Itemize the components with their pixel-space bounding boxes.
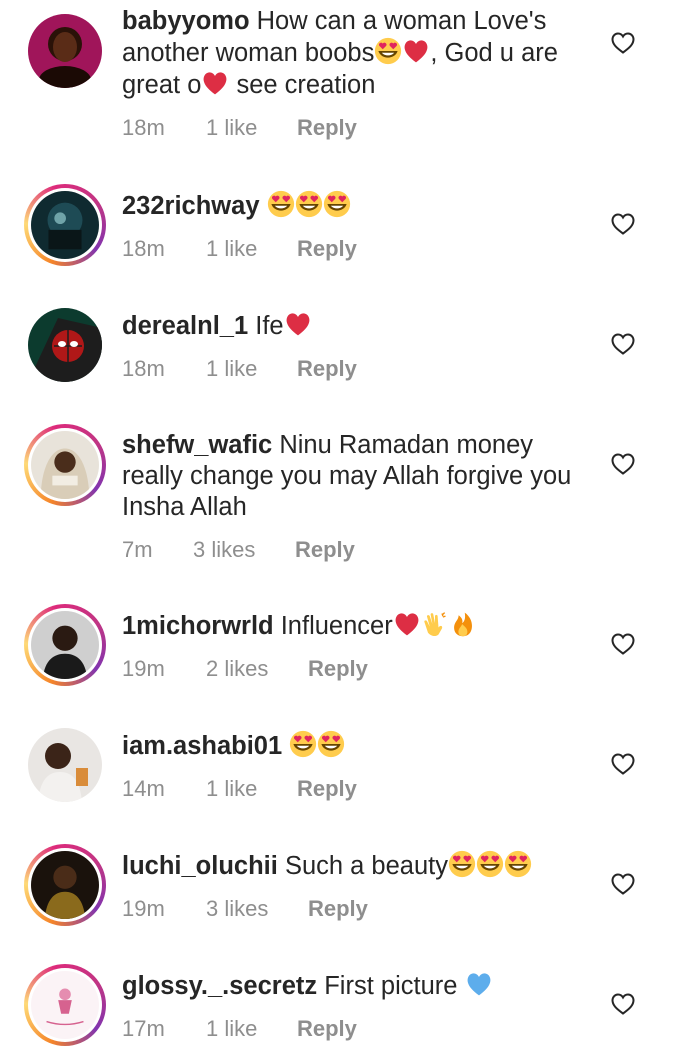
fire-emoji-icon: [449, 610, 477, 638]
avatar[interactable]: [24, 10, 106, 92]
comment-time: 7m: [122, 537, 153, 562]
comment-meta: 18m 1 like Reply: [122, 234, 592, 264]
likes-count[interactable]: 3 likes: [193, 535, 255, 565]
avatar[interactable]: [24, 184, 106, 266]
heart-outline-icon[interactable]: [611, 633, 635, 655]
likes-count[interactable]: 1 like: [206, 774, 257, 804]
reply-button[interactable]: Reply: [295, 535, 355, 565]
heart-outline-icon[interactable]: [611, 753, 635, 775]
comment-time: 18m: [122, 356, 165, 381]
heart-eyes-emoji-icon: [476, 850, 504, 878]
likes-count[interactable]: 1 like: [206, 354, 257, 384]
heart-outline-icon[interactable]: [611, 453, 635, 475]
comments-list: babyyomo How can a woman Love's another …: [0, 0, 675, 1046]
heart-outline-icon[interactable]: [611, 213, 635, 235]
clapping-hands-emoji-icon: [421, 610, 449, 638]
reply-button[interactable]: Reply: [308, 894, 368, 924]
comment-time: 19m: [122, 656, 165, 681]
red-heart-emoji-icon: [393, 610, 421, 638]
spiderman-image: [28, 308, 102, 382]
man-portrait-image: [31, 611, 99, 679]
hoodie-person-image: [31, 431, 99, 499]
avatar[interactable]: [24, 424, 106, 506]
comment-meta: 19m 3 likes Reply: [122, 894, 592, 924]
heart-eyes-emoji-icon: [295, 190, 323, 218]
comment-text: Ife: [255, 312, 284, 340]
comment-username[interactable]: derealnl_1: [122, 312, 248, 340]
comment-text: Such a beauty: [284, 852, 448, 880]
comment-username[interactable]: glossy._.secretz: [122, 972, 317, 1000]
heart-eyes-emoji-icon: [504, 850, 532, 878]
woman-dark-image: [31, 851, 99, 919]
avatar[interactable]: [24, 724, 106, 806]
heart-outline-icon[interactable]: [611, 333, 635, 355]
heart-outline-icon[interactable]: [611, 993, 635, 1015]
dark-scene-image: [31, 191, 99, 259]
comment-username[interactable]: 232richway: [122, 192, 260, 220]
comment-meta: 18m 1 like Reply: [122, 113, 592, 143]
comment-text: Influencer: [280, 612, 393, 640]
red-heart-emoji-icon: [402, 37, 430, 65]
comment-meta: 19m 2 likes Reply: [122, 654, 592, 684]
comment-username[interactable]: shefw_wafic: [122, 431, 272, 459]
comment-time: 19m: [122, 896, 165, 921]
likes-count[interactable]: 3 likes: [206, 894, 268, 924]
comment-meta: 7m 3 likes Reply: [122, 535, 592, 565]
heart-eyes-emoji-icon: [374, 37, 402, 65]
comment-username[interactable]: luchi_oluchii: [122, 852, 278, 880]
brand-logo-image: [31, 971, 99, 1039]
heart-eyes-emoji-icon: [267, 190, 295, 218]
comment-text: see creation: [229, 71, 376, 99]
comment-meta: 18m 1 like Reply: [122, 354, 592, 384]
comment-username[interactable]: 1michorwrld: [122, 612, 274, 640]
reply-button[interactable]: Reply: [297, 234, 357, 264]
heart-eyes-emoji-icon: [323, 190, 351, 218]
heart-eyes-emoji-icon: [317, 730, 345, 758]
reply-button[interactable]: Reply: [308, 654, 368, 684]
avatar[interactable]: [24, 844, 106, 926]
red-heart-emoji-icon: [284, 310, 312, 338]
comment-meta: 14m 1 like Reply: [122, 774, 592, 804]
avatar[interactable]: [24, 604, 106, 686]
heart-outline-icon[interactable]: [611, 873, 635, 895]
comment-username[interactable]: iam.ashabi01: [122, 732, 282, 760]
comment-username[interactable]: babyyomo: [122, 7, 250, 35]
heart-outline-icon[interactable]: [611, 32, 635, 54]
heart-eyes-emoji-icon: [448, 850, 476, 878]
comment-time: 18m: [122, 115, 165, 140]
woman-light-image: [28, 728, 102, 802]
blue-heart-emoji-icon: [465, 970, 493, 998]
red-heart-emoji-icon: [201, 69, 229, 97]
comment-time: 14m: [122, 776, 165, 801]
likes-count[interactable]: 2 likes: [206, 654, 268, 684]
avatar[interactable]: [24, 304, 106, 386]
heart-eyes-emoji-icon: [289, 730, 317, 758]
reply-button[interactable]: Reply: [297, 113, 357, 143]
likes-count[interactable]: 1 like: [206, 113, 257, 143]
reply-button[interactable]: Reply: [297, 774, 357, 804]
likes-count[interactable]: 1 like: [206, 234, 257, 264]
comment-text: First picture: [324, 972, 458, 1000]
comment-time: 18m: [122, 236, 165, 261]
woman-portrait-image: [28, 14, 102, 88]
avatar[interactable]: [24, 964, 106, 1046]
reply-button[interactable]: Reply: [297, 354, 357, 384]
